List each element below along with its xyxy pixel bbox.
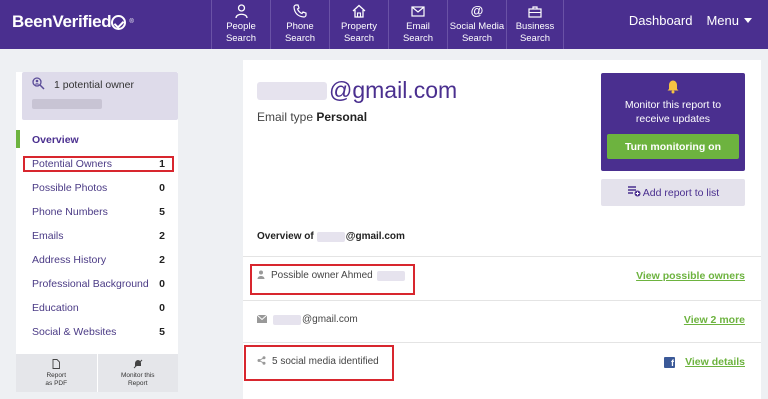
document-icon [52,358,61,370]
redacted-email-user [316,231,345,242]
sidebar-item-count: 0 [159,182,165,194]
monitor-report-button[interactable]: Monitor this Report [98,354,179,392]
annotation-highlight-box [244,345,394,381]
bell-icon [601,79,745,97]
magnifier-person-icon [32,77,45,93]
sidebar-item-label: Overview [32,134,79,146]
sidebar-item-label: Education [32,302,79,314]
annotation-highlight-box [23,156,174,172]
house-icon [352,2,366,20]
top-navigation-bar: BeenVerified ® People Search Phone Searc… [0,0,768,49]
email-type: Email type Personal [257,110,367,124]
sidebar-footer: Report as PDF Monitor this Report [16,354,178,392]
dashboard-link[interactable]: Dashboard [629,13,693,28]
sidebar-item-count: 0 [159,302,165,314]
sidebar-item-count: 2 [159,254,165,266]
sidebar-item-label: Social & Websites [32,326,117,338]
account-nav: Dashboard Menu [629,13,752,28]
briefcase-icon [528,2,542,20]
view-possible-owners-link[interactable]: View possible owners [636,270,745,282]
email-type-value: Personal [316,110,368,124]
add-report-label: Add report to list [642,186,720,199]
email-type-label: Email type [257,110,314,124]
phone-icon [293,2,307,20]
nav-property-search[interactable]: Property Search [329,0,388,49]
report-pdf-label: Report as PDF [45,371,68,387]
view-more-emails-link[interactable]: View 2 more [684,314,745,326]
redacted-email-user [273,314,301,325]
nav-label: People Search [225,21,257,44]
nav-email-search[interactable]: Email Search [388,0,447,49]
facebook-icon: f [664,357,675,368]
annotation-highlight-box [250,264,415,295]
logo-text: BeenVerified [12,12,112,31]
nav-label: Business Search [515,21,555,44]
turn-monitoring-on-button[interactable]: Turn monitoring on [607,134,739,159]
sidebar-item-count: 0 [159,278,165,290]
beenverified-logo[interactable]: BeenVerified ® [12,12,134,32]
nav-people-search[interactable]: People Search [211,0,270,49]
bell-off-icon [133,359,143,370]
monitor-report-panel: Monitor this report to receive updates T… [601,73,745,171]
sidebar-item-overview[interactable]: Overview [16,128,178,152]
nav-label: Social Media Search [449,21,505,44]
report-pdf-button[interactable]: Report as PDF [16,354,98,392]
sidebar-item-social-websites[interactable]: Social & Websites 5 [16,320,178,344]
redacted-name [32,99,102,109]
envelope-icon [256,314,268,325]
report-sidebar: 1 potential owner Overview Potential Own… [16,72,178,392]
redacted-email-user [257,81,327,100]
overview-heading: Overview of @gmail.com [257,231,405,242]
email-heading: @gmail.com [257,77,457,104]
nav-label: Phone Search [284,21,316,44]
nav-social-media-search[interactable]: @ Social Media Search [447,0,506,49]
sidebar-item-count: 5 [159,326,165,338]
sidebar-item-label: Emails [32,230,64,242]
sidebar-item-count: 2 [159,230,165,242]
caret-down-icon [744,18,752,23]
sidebar-item-phone-numbers[interactable]: Phone Numbers 5 [16,200,178,224]
email-summary: @gmail.com [256,314,358,325]
nav-phone-search[interactable]: Phone Search [270,0,329,49]
check-circle-icon [111,14,127,30]
owner-count-text: 1 potential owner [54,79,134,91]
nav-business-search[interactable]: Business Search [506,0,564,49]
email-row-text: @gmail.com [302,314,358,325]
sidebar-item-label: Address History [32,254,107,266]
envelope-icon [411,2,425,20]
add-report-to-list-button[interactable]: Add report to list [601,179,745,206]
logo-trademark: ® [129,19,134,25]
overview-domain: @gmail.com [345,231,405,242]
list-add-icon [627,185,641,200]
menu-label: Menu [706,13,739,28]
owner-summary-box: 1 potential owner [22,72,178,120]
overview-prefix: Overview of [257,231,314,242]
person-icon [234,2,248,20]
sidebar-item-count: 5 [159,206,165,218]
sidebar-item-label: Possible Photos [32,182,108,194]
sidebar-item-professional-background[interactable]: Professional Background 0 [16,272,178,296]
monitor-description: Monitor this report to receive updates [624,99,722,125]
sidebar-item-label: Professional Background [32,278,149,290]
at-icon: @ [470,3,484,18]
sidebar-item-address-history[interactable]: Address History 2 [16,248,178,272]
sidebar-item-possible-photos[interactable]: Possible Photos 0 [16,176,178,200]
view-details-link[interactable]: View details [685,356,745,368]
nav-label: Email Search [402,21,434,44]
email-row: @gmail.com View 2 more [243,300,761,340]
search-nav: People Search Phone Search Property Sear… [211,0,564,49]
sidebar-item-emails[interactable]: Emails 2 [16,224,178,248]
nav-label: Property Search [341,21,377,44]
sidebar-item-education[interactable]: Education 0 [16,296,178,320]
menu-dropdown[interactable]: Menu [706,13,752,28]
email-domain: @gmail.com [329,77,458,103]
monitor-report-label: Monitor this Report [120,371,155,387]
sidebar-item-label: Phone Numbers [32,206,108,218]
